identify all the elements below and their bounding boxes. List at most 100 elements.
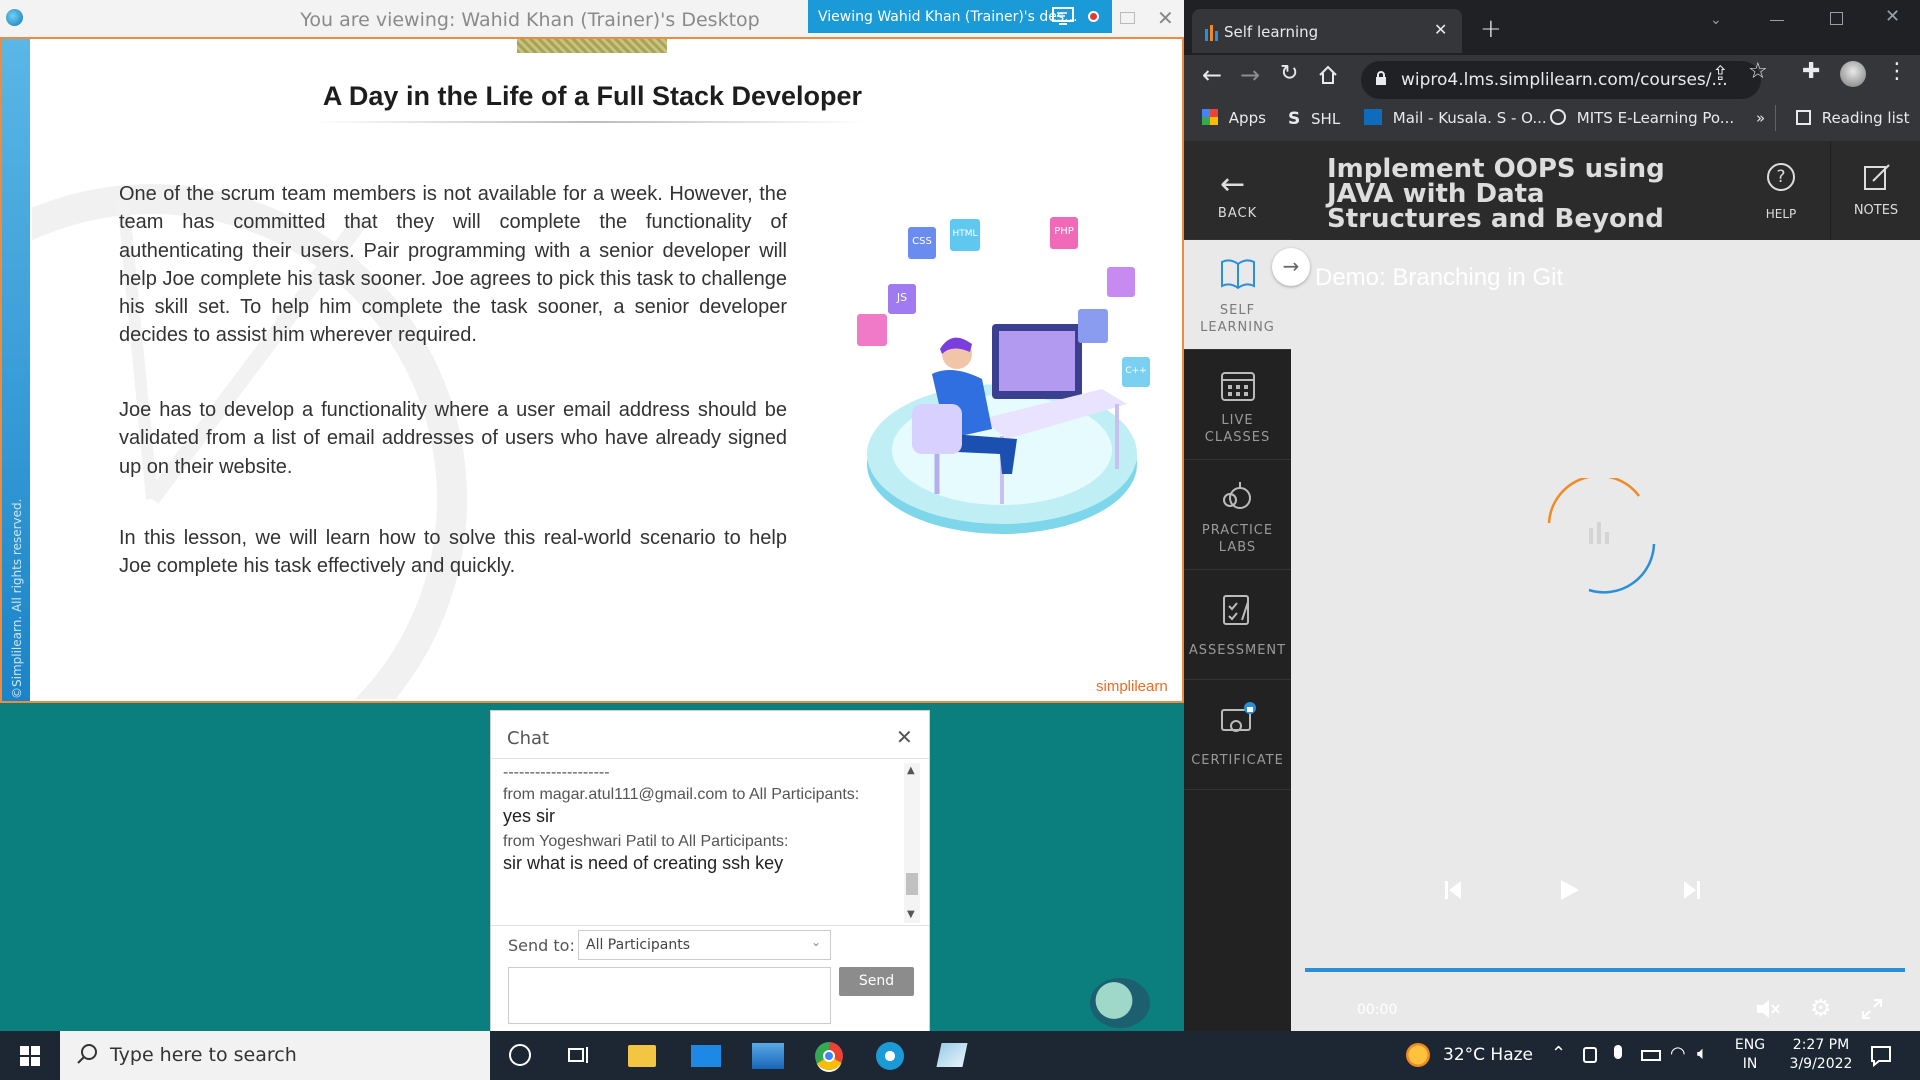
sidebar-item-label: CERTIFICATE — [1191, 753, 1284, 768]
webex-floating-icon[interactable] — [1090, 978, 1150, 1028]
reading-list[interactable]: Reading list — [1796, 109, 1909, 127]
video-title: Demo: Branching in Git — [1315, 264, 1564, 291]
next-icon[interactable] — [1683, 880, 1701, 900]
help-icon: ? — [1767, 163, 1795, 191]
play-icon[interactable] — [1559, 878, 1581, 902]
expand-sidebar-arrow-icon[interactable]: → — [1272, 248, 1310, 286]
reading-list-label: Reading list — [1821, 109, 1910, 127]
language-indicator[interactable]: ENG IN — [1733, 1036, 1767, 1074]
sidebar-item-practice-labs[interactable]: PRACTICE LABS — [1184, 460, 1291, 570]
cortana-icon[interactable] — [509, 1044, 531, 1066]
extensions-icon[interactable]: ✚ — [1802, 59, 1820, 84]
css-badge: CSS — [908, 227, 936, 259]
maximize-icon[interactable] — [1120, 12, 1135, 24]
sidebar-item-certificate[interactable]: CERTIFICATE — [1184, 680, 1291, 790]
home-icon[interactable] — [1318, 65, 1338, 85]
tab-search-icon[interactable]: ⌄ — [1710, 12, 1722, 28]
video-progress-bar[interactable] — [1305, 968, 1905, 972]
webex-viewing-tab-label: Viewing Wahid Khan (Trainer)'s des... — [818, 9, 1078, 25]
fullscreen-icon[interactable] — [1861, 998, 1883, 1020]
video-player[interactable]: → Demo: Branching in Git 00:00 ⚙ — [1272, 240, 1920, 1031]
chat-message-sender: from magar.atul111@gmail.com to All Part… — [503, 786, 860, 803]
back-button[interactable]: ← BACK — [1184, 141, 1291, 240]
mail-app-icon[interactable] — [691, 1045, 721, 1067]
send-to-select[interactable]: All Participants ⌄ — [578, 930, 831, 960]
send-button[interactable]: Send — [839, 967, 914, 996]
notes-label: NOTES — [1853, 203, 1899, 218]
notes-button[interactable]: NOTES — [1830, 141, 1920, 240]
close-icon[interactable]: ✕ — [1157, 6, 1174, 30]
help-button[interactable]: ? HELP — [1736, 141, 1826, 240]
cpp-badge: C++ — [1122, 357, 1150, 387]
wifi-icon[interactable]: ◠ — [1670, 1043, 1686, 1064]
chat-title: Chat — [507, 728, 550, 749]
menu-dots-icon[interactable]: ⋮ — [1886, 59, 1908, 84]
webcam-icon[interactable] — [1583, 1047, 1597, 1063]
bookmark-separator — [1775, 105, 1776, 131]
weather-haze-icon[interactable] — [1406, 1043, 1430, 1067]
browser-window: Self learning ✕ + ⌄ ✕ ← → ↻ wipro4.lms.s… — [1184, 0, 1920, 1031]
new-tab-icon[interactable]: + — [1480, 14, 1502, 44]
sidebar-item-label: LIVE CLASSES — [1204, 413, 1271, 445]
bookmark-mail[interactable]: Mail - Kusala. S - O... — [1364, 109, 1547, 127]
scroll-thumb[interactable] — [906, 873, 918, 895]
clock[interactable]: 2:27 PM 3/9/2022 — [1778, 1036, 1864, 1074]
webex-viewing-tab[interactable]: Viewing Wahid Khan (Trainer)'s des... — [808, 0, 1112, 33]
screen-share-icon[interactable] — [1052, 6, 1074, 26]
tab-close-icon[interactable]: ✕ — [1434, 20, 1447, 39]
taskbar-search-box[interactable]: Type here to search — [60, 1031, 490, 1080]
chat-panel: Chat ✕ -------------------- from magar.a… — [490, 710, 930, 1033]
more-bookmarks-icon[interactable]: » — [1756, 109, 1765, 127]
battery-icon[interactable] — [1641, 1050, 1661, 1061]
forward-arrow-icon[interactable]: → — [1240, 61, 1260, 89]
back-label: BACK — [1217, 206, 1258, 221]
back-arrow-icon[interactable]: ← — [1202, 61, 1222, 89]
chat-message-list: -------------------- from magar.atul111@… — [503, 763, 901, 877]
title-underline — [312, 121, 867, 123]
windows-start-icon[interactable] — [20, 1046, 40, 1066]
browser-tab-title: Self learning — [1224, 23, 1319, 41]
microphone-icon[interactable] — [1614, 1045, 1622, 1059]
slide-paragraph-2: Joe has to develop a functionality where… — [119, 399, 787, 478]
clock-time: 2:27 PM — [1792, 1037, 1850, 1053]
chat-message-input[interactable] — [508, 967, 831, 1024]
share-icon[interactable]: ⇪ — [1712, 61, 1729, 85]
clipboard-check-icon — [1220, 592, 1256, 626]
chat-close-icon[interactable]: ✕ — [896, 725, 913, 749]
minimize-icon[interactable] — [1770, 20, 1784, 21]
profile-avatar[interactable] — [1840, 61, 1866, 87]
scroll-down-icon[interactable]: ▼ — [907, 909, 915, 920]
notes-app-icon[interactable] — [936, 1043, 968, 1067]
task-view-icon[interactable] — [568, 1045, 590, 1065]
window-close-icon[interactable]: ✕ — [1885, 6, 1900, 27]
remote-desktop-icon[interactable] — [752, 1043, 784, 1069]
webex-taskbar-icon[interactable] — [876, 1042, 904, 1070]
bookmark-star-icon[interactable]: ☆ — [1748, 59, 1768, 84]
weather-text[interactable]: 32°C Haze — [1443, 1045, 1533, 1065]
address-bar[interactable]: wipro4.lms.simplilearn.com/courses/... — [1361, 61, 1761, 99]
sidebar-item-label: PRACTICE LABS — [1201, 523, 1274, 555]
mute-icon[interactable] — [1755, 998, 1781, 1020]
chat-divider-line — [491, 925, 929, 926]
search-placeholder: Type here to search — [110, 1044, 297, 1066]
sidebar-item-live-classes[interactable]: LIVE CLASSES — [1184, 350, 1291, 460]
volume-icon[interactable]: 🔈︎ — [1697, 1043, 1708, 1064]
bookmark-apps[interactable]: Apps — [1202, 109, 1266, 127]
previous-icon[interactable] — [1444, 880, 1462, 900]
scroll-up-icon[interactable]: ▲ — [907, 765, 915, 776]
tray-overflow-chevron-icon[interactable]: ⌃ — [1551, 1043, 1566, 1064]
sidebar-item-assessment[interactable]: ASSESSMENT — [1184, 570, 1291, 680]
bookmark-shl[interactable]: S SHL — [1288, 109, 1340, 129]
notification-icon[interactable] — [1870, 1045, 1892, 1067]
settings-gear-icon[interactable]: ⚙ — [1810, 994, 1832, 1022]
reload-icon[interactable]: ↻ — [1280, 61, 1298, 86]
chrome-icon[interactable] — [815, 1042, 843, 1070]
edit-note-icon — [1863, 163, 1891, 191]
file-explorer-icon[interactable] — [628, 1045, 656, 1067]
chat-scrollbar[interactable]: ▲ ▼ — [904, 763, 920, 923]
bookmark-mits[interactable]: MITS E-Learning Po... — [1550, 109, 1734, 127]
maximize-icon[interactable] — [1830, 12, 1843, 25]
browser-tab[interactable]: Self learning ✕ — [1192, 9, 1462, 53]
html-badge: HTML — [950, 219, 980, 251]
bookmark-label: MITS E-Learning Po... — [1576, 109, 1735, 127]
